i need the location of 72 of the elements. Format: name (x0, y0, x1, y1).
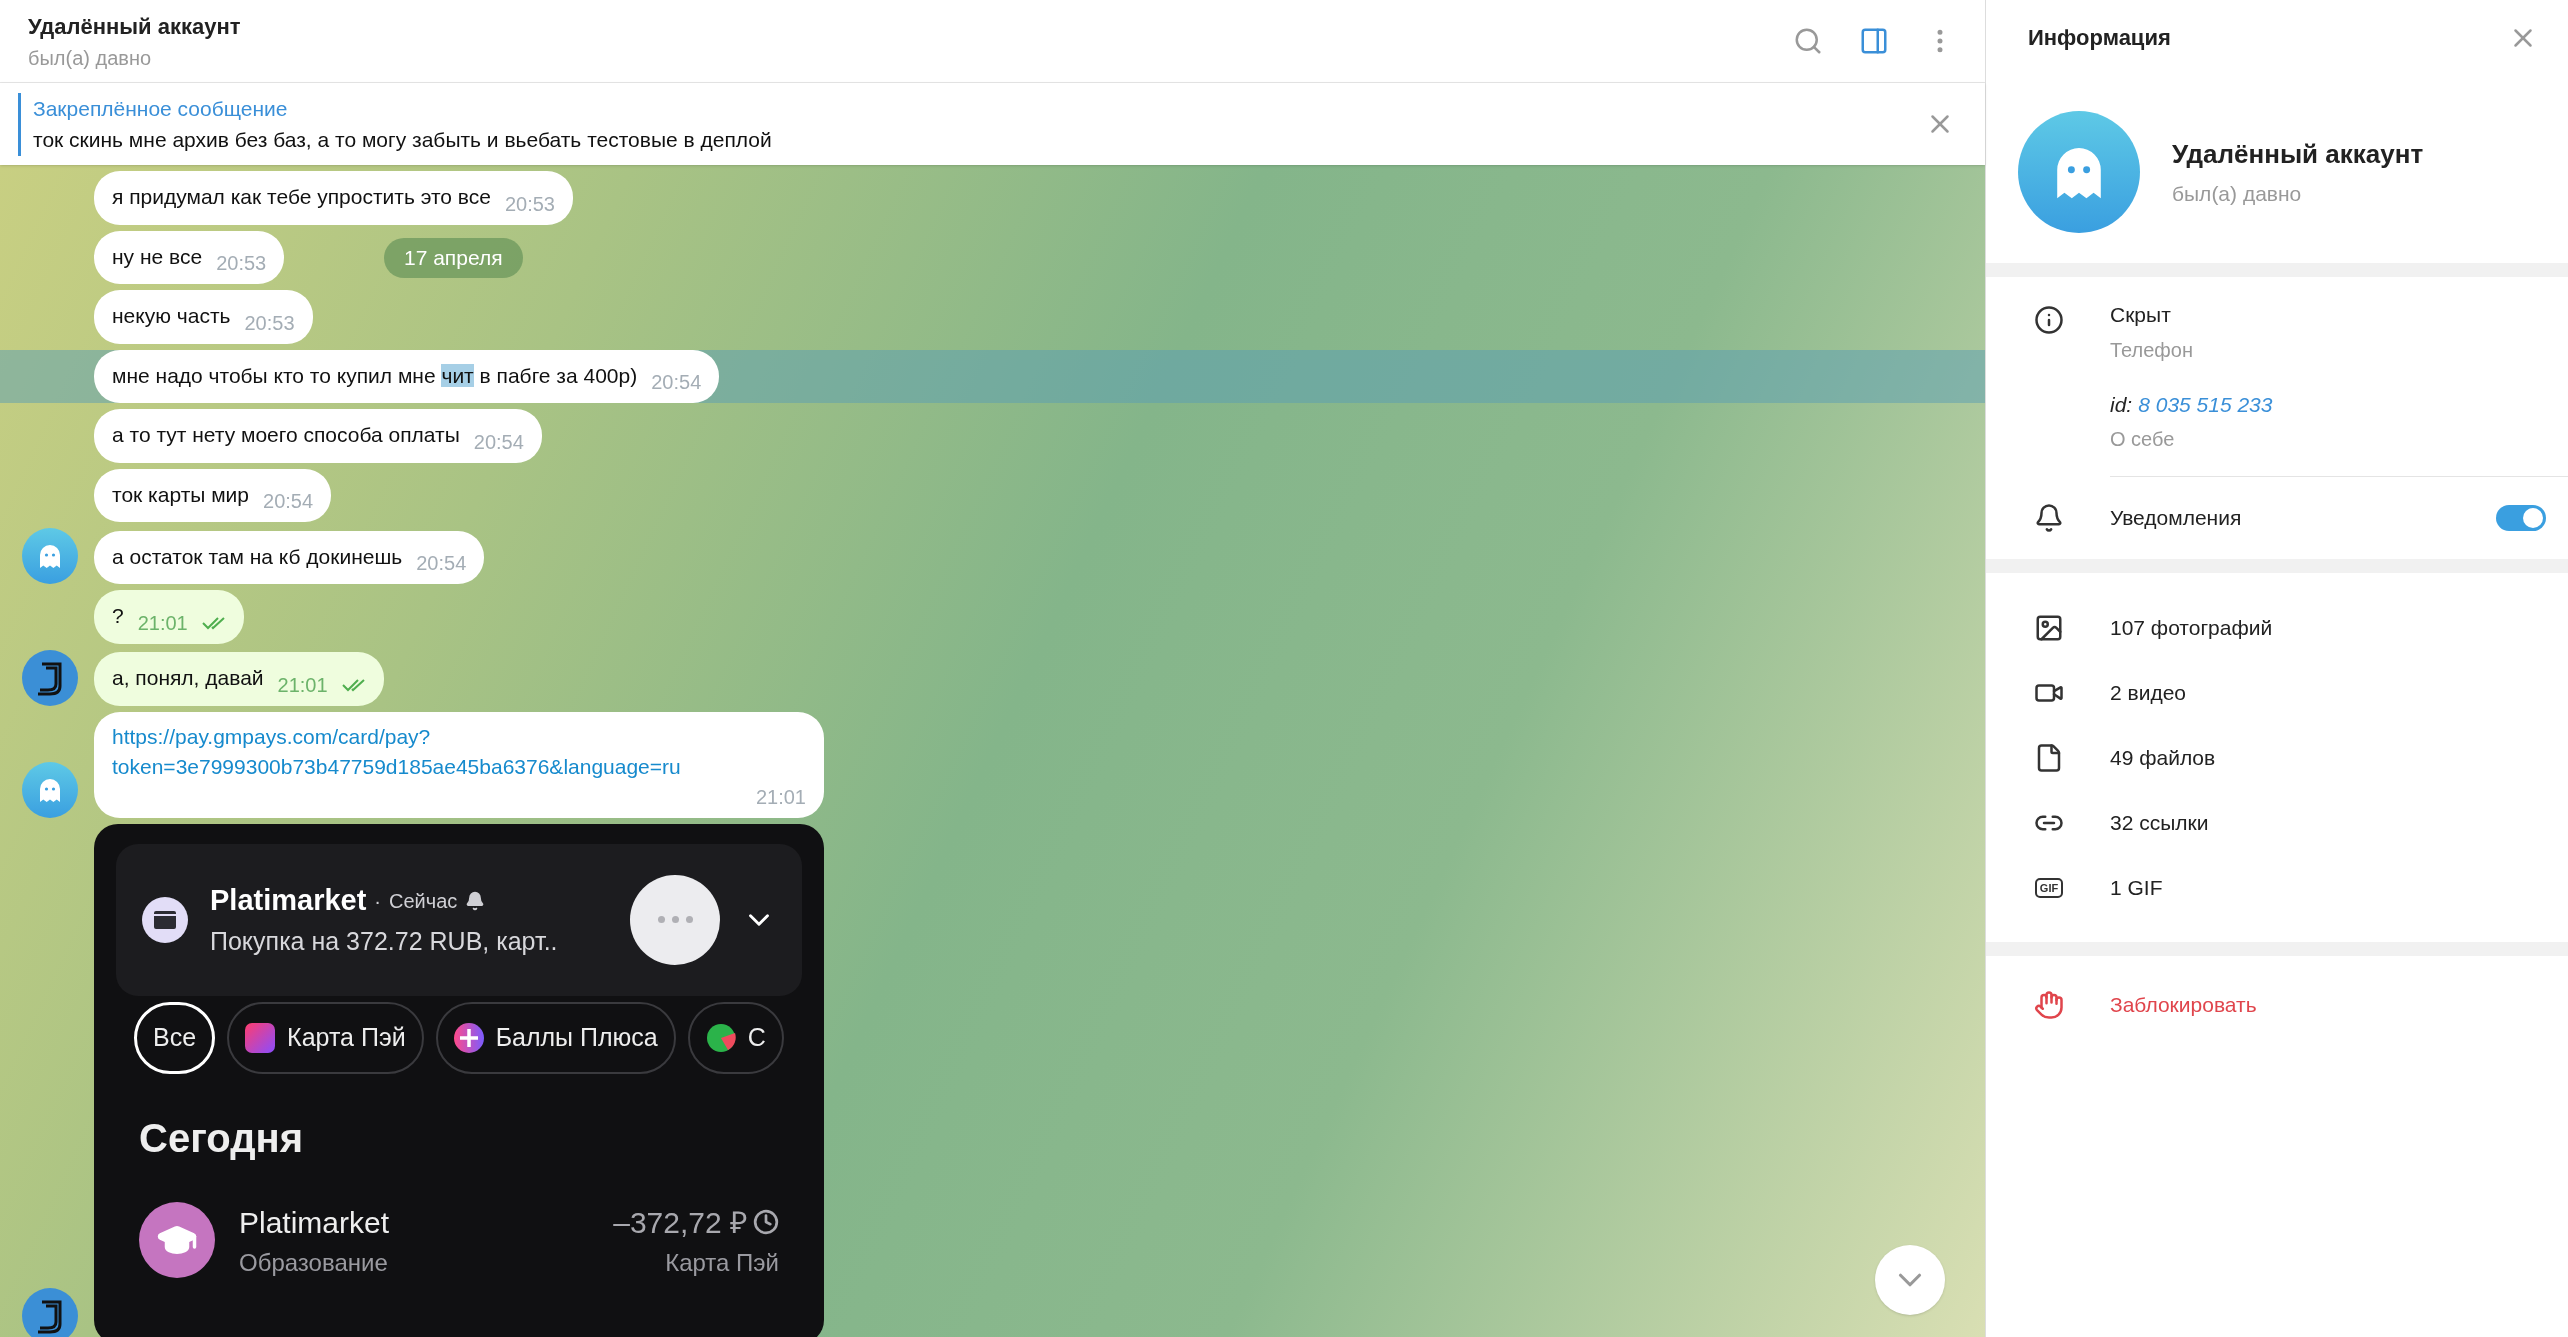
notification-time: Сейчас (389, 888, 458, 914)
message-time: 21:01 (137, 610, 188, 636)
message-text: а то тут нету моего способа оплаты (112, 422, 460, 448)
transaction-name: Platimarket (239, 1204, 390, 1241)
notification-text: Покупка на 372.72 RUB, карт.. (210, 925, 559, 957)
message-time: 20:54 (263, 489, 314, 514)
notifications-label: Уведомления (2110, 505, 2243, 532)
bell-icon (465, 890, 486, 911)
filter-chip[interactable]: Карта Пэй (227, 1001, 424, 1074)
message-text: а, понял, давай (112, 665, 264, 691)
message-text: ну не все (112, 243, 203, 270)
transaction-amount: –372,72 ₽ (613, 1204, 747, 1241)
message-text: а остаток там на кб докинешь (112, 543, 403, 570)
message-text: некую часть (112, 303, 231, 329)
separator-dot: · (374, 888, 382, 914)
about-label: О себе (2110, 427, 2175, 452)
block-button[interactable]: Заблокировать (2110, 989, 2257, 1021)
side-panel-icon[interactable] (1859, 26, 1889, 56)
pinned-text: ток скинь мне архив без баз, а то могу забыть и вьебать тестовые в деплой (33, 127, 772, 153)
phone-label: Телефон (2110, 337, 2193, 363)
message-link[interactable]: https://pay.gmpays.com/card/pay?token=3e7999300b73b47759d185ae45ba6376&language=ru (112, 721, 792, 782)
notifications-toggle[interactable] (2496, 505, 2546, 531)
message-time: 20:53 (244, 310, 295, 336)
media-item[interactable]: 49 файлов (2110, 741, 2216, 774)
info-icon (2034, 305, 2064, 335)
notification-app-name: Platimarket (210, 883, 367, 918)
date-badge: 17 апреля (384, 238, 523, 278)
hand-icon (2034, 990, 2064, 1020)
message-time: 20:53 (504, 191, 555, 217)
message-time: 20:54 (651, 370, 702, 395)
phone-value: Скрыт (2110, 302, 2171, 328)
profile-name: Удалённый аккаунт (2172, 137, 2424, 171)
search-icon[interactable] (1793, 26, 1823, 56)
section-heading: Сегодня (139, 1114, 304, 1162)
watermelon-icon (705, 1022, 736, 1053)
double-check-icon (341, 677, 366, 692)
card-app-icon (142, 896, 188, 943)
chat-status: был(а) давно (28, 45, 152, 71)
profile-status: был(а) давно (2172, 180, 2303, 207)
message-text: я придумал как тебе упростить это все (112, 184, 491, 210)
pinned-message-bar[interactable]: Закреплённое сообщение ток скинь мне архив без баз, а то могу забыть и вьебать тестовые в деплой (0, 83, 1985, 165)
clock-icon (753, 1209, 779, 1235)
media-item[interactable]: 1 GIF (2110, 871, 2163, 904)
message-time: 20:54 (416, 551, 467, 576)
panel-title: Информация (2028, 24, 2172, 52)
media-item[interactable]: 107 фотографий (2110, 611, 2273, 644)
user-avatar (22, 1287, 78, 1337)
double-check-icon (201, 615, 226, 630)
media-item[interactable]: 2 видео (2110, 676, 2186, 709)
chat-title: Удалённый аккаунт (28, 12, 241, 41)
user-avatar (22, 649, 78, 706)
ghost-avatar (22, 528, 78, 584)
filter-chip[interactable]: Все (134, 1001, 216, 1074)
message-time: 20:53 (216, 251, 267, 276)
card-logo-icon (245, 1022, 276, 1053)
message-text: ? (112, 603, 124, 629)
filter-chip[interactable]: С (687, 1001, 784, 1074)
message-time: 21:01 (277, 672, 328, 698)
gif-icon: GIF (2034, 877, 2064, 898)
transaction-category: Образование (239, 1247, 388, 1278)
message-text: мне надо чтобы кто то купил мне чит в пабге за 400р) (112, 362, 638, 389)
media-item[interactable]: 32 ссылки (2110, 806, 2209, 839)
filter-chip[interactable]: Баллы Плюса (435, 1001, 676, 1074)
message-time: 21:01 (755, 784, 806, 810)
message-text: ток карты мир (112, 481, 250, 508)
plus-icon (453, 1022, 484, 1053)
transaction-source: Карта Пэй (665, 1247, 779, 1278)
id-label: id: (2110, 391, 2133, 418)
bell-icon (2034, 503, 2064, 533)
message-time: 20:54 (473, 429, 524, 455)
pinned-label: Закреплённое сообщение (33, 95, 288, 122)
ghost-avatar (22, 761, 78, 818)
